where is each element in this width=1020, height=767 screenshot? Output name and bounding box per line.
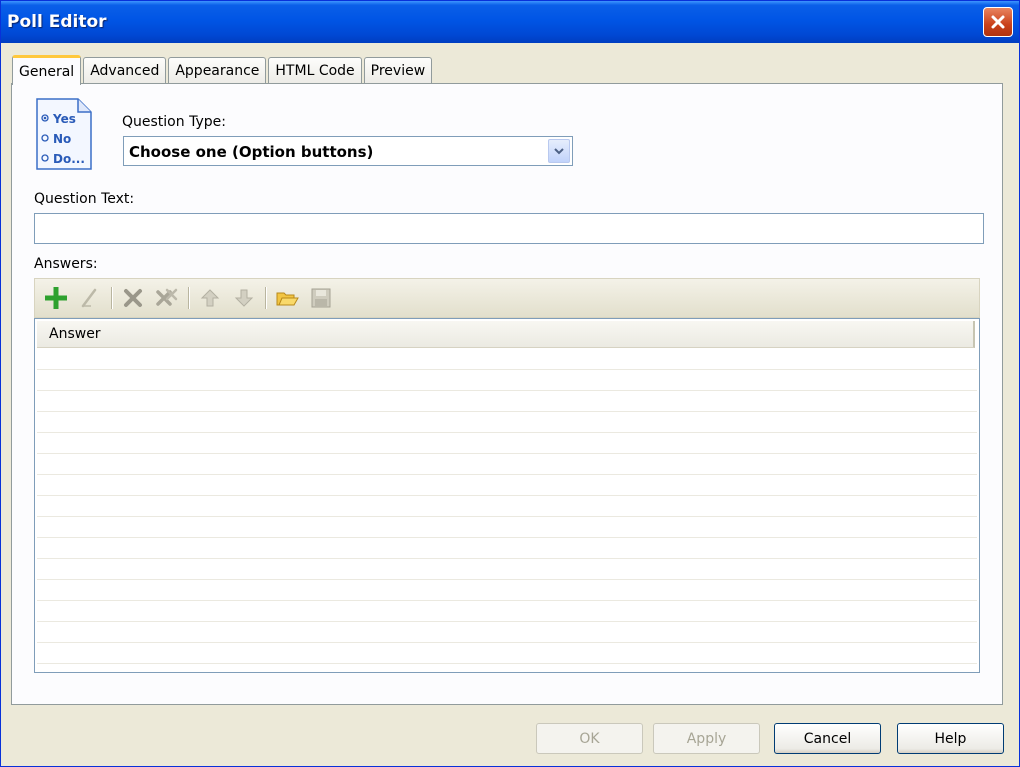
tab-general[interactable]: General xyxy=(12,55,82,85)
save-icon xyxy=(311,288,331,308)
add-icon xyxy=(45,287,67,309)
ok-button[interactable]: OK xyxy=(536,723,643,754)
delete-icon xyxy=(124,289,142,307)
delete-answer-button[interactable] xyxy=(120,285,146,311)
question-type-icon: Yes No Do... xyxy=(36,98,92,170)
grid-rows[interactable] xyxy=(37,349,977,672)
tab-preview[interactable]: Preview xyxy=(363,57,433,84)
answers-toolbar xyxy=(34,278,980,318)
apply-button[interactable]: Apply xyxy=(653,723,760,754)
delete-all-icon xyxy=(156,288,178,306)
cancel-button[interactable]: Cancel xyxy=(774,723,881,754)
poll-editor-window: Poll Editor General Advanced Appearance … xyxy=(0,0,1020,767)
question-text-label: Question Text: xyxy=(34,191,135,207)
icon-line-do: Do... xyxy=(53,152,85,166)
move-down-icon xyxy=(234,289,254,307)
chevron-down-icon xyxy=(554,148,564,155)
icon-line-no: No xyxy=(53,132,71,146)
move-down-button[interactable] xyxy=(231,285,257,311)
close-icon xyxy=(991,15,1005,29)
close-button[interactable] xyxy=(983,7,1013,37)
edit-icon xyxy=(81,288,97,308)
tab-appearance[interactable]: Appearance xyxy=(168,57,267,84)
toolbar-separator xyxy=(265,287,266,309)
edit-answer-button[interactable] xyxy=(77,285,103,311)
grid-header-answer[interactable]: Answer xyxy=(37,321,975,348)
help-button[interactable]: Help xyxy=(897,723,1004,754)
title-bar[interactable]: Poll Editor xyxy=(1,1,1019,43)
move-up-button[interactable] xyxy=(197,285,223,311)
tab-strip: General Advanced Appearance HTML Code Pr… xyxy=(12,54,434,85)
open-file-button[interactable] xyxy=(274,285,300,311)
question-type-value: Choose one (Option buttons) xyxy=(129,143,374,161)
answers-grid[interactable]: Answer xyxy=(34,318,980,673)
add-answer-button[interactable] xyxy=(43,285,69,311)
question-text-input[interactable] xyxy=(34,213,984,244)
move-up-icon xyxy=(200,289,220,307)
dropdown-button[interactable] xyxy=(548,139,570,163)
toolbar-separator xyxy=(188,287,189,309)
icon-line-yes: Yes xyxy=(52,112,76,126)
delete-all-button[interactable] xyxy=(154,285,180,311)
save-button[interactable] xyxy=(308,285,334,311)
general-tab-panel: Yes No Do... Question Type: Choose one (… xyxy=(11,83,1003,705)
toolbar-separator xyxy=(111,287,112,309)
question-type-label: Question Type: xyxy=(122,114,226,130)
window-title: Poll Editor xyxy=(7,12,107,32)
answers-label: Answers: xyxy=(34,256,98,272)
grid-header-label: Answer xyxy=(49,326,101,342)
tab-advanced[interactable]: Advanced xyxy=(83,57,167,84)
question-type-select[interactable]: Choose one (Option buttons) xyxy=(123,136,573,166)
tab-html-code[interactable]: HTML Code xyxy=(268,57,362,84)
open-folder-icon xyxy=(276,292,299,306)
